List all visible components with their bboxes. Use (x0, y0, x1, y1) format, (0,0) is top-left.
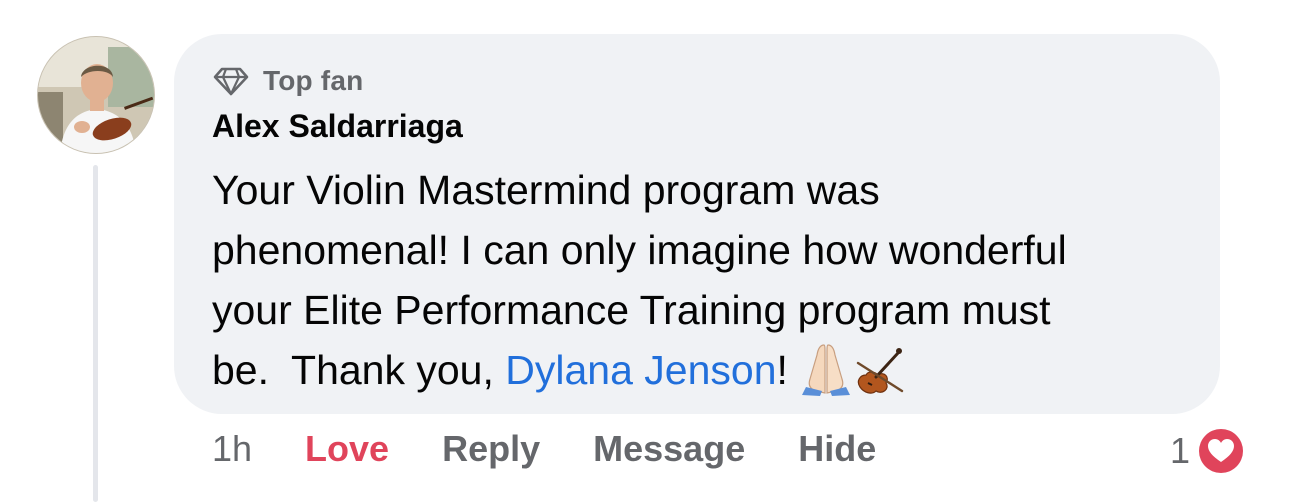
comment-root: Top fan Alex Saldarriaga Your Violin Mas… (0, 0, 1290, 502)
timestamp-link[interactable]: 1h (212, 428, 252, 470)
comment-actions: 1h Love Reply Message Hide (212, 428, 876, 470)
comment-text-line: your Elite Performance Training program … (212, 287, 1051, 333)
top-fan-badge: Top fan (213, 63, 363, 99)
reaction-count: 1 (1170, 430, 1191, 471)
comment-text-last-line: be. Thank you, Dylana Jenson! (212, 340, 1202, 400)
heart-icon (1199, 429, 1244, 473)
comment-text-line: Your Violin Mastermind program was (212, 167, 880, 213)
comment-author[interactable]: Alex Saldarriaga (212, 108, 463, 145)
emoji-group (798, 341, 918, 397)
diamond-icon (213, 67, 249, 96)
reply-thread-line (93, 165, 98, 502)
love-button[interactable]: Love (305, 428, 389, 470)
comment-text: Your Violin Mastermind program was pheno… (212, 160, 1202, 400)
reply-button[interactable]: Reply (442, 428, 540, 470)
comment-text-segment: ! (776, 347, 788, 393)
love-reaction-icon (1196, 426, 1247, 476)
avatar[interactable] (37, 36, 155, 154)
hide-button[interactable]: Hide (798, 428, 876, 470)
message-button[interactable]: Message (593, 428, 745, 470)
avatar-photo (38, 37, 154, 153)
emoji-icons (801, 344, 904, 397)
comment-text-segment: be. Thank you, (212, 347, 506, 393)
comment-text-line: phenomenal! I can only imagine how wonde… (212, 227, 1067, 273)
violin-icon (856, 348, 904, 394)
mention-link[interactable]: Dylana Jenson (505, 347, 776, 393)
badge-label: Top fan (263, 65, 364, 96)
reaction-summary[interactable]: 1 (1170, 426, 1247, 476)
folded-hands-icon (801, 344, 850, 397)
